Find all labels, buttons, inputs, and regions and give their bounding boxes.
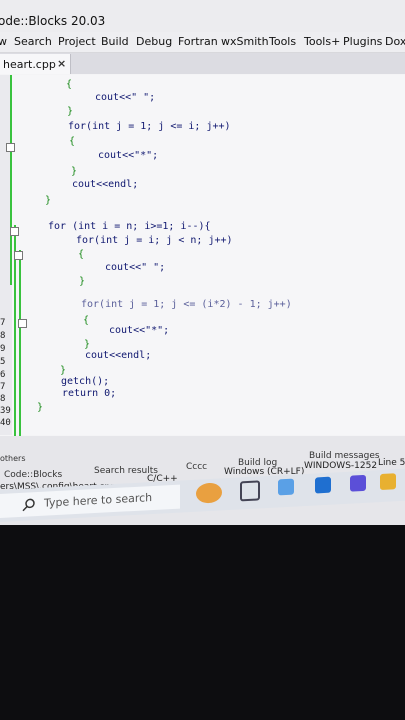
search-icon [22, 498, 35, 512]
code-line: cout<<" "; [105, 262, 166, 273]
status-cursor-position: Line 5 [378, 458, 405, 468]
log-tab-codeblocks[interactable]: Code::Blocks [4, 470, 62, 480]
fold-toggle-icon[interactable] [18, 319, 27, 328]
fold-marker-line [10, 75, 12, 285]
menu-item-plugins[interactable]: Plugins [343, 35, 382, 48]
menu-bar: w Search Project Build Debug Fortran wxS… [0, 32, 405, 53]
tab-label: heart.cpp [3, 58, 56, 71]
menu-item-fortran[interactable]: Fortran [178, 35, 218, 48]
code-line: { [83, 315, 90, 326]
code-line: } [67, 106, 74, 117]
line-number: 5 [0, 357, 6, 367]
tab-heart-cpp[interactable]: heart.cpp × [0, 54, 71, 74]
line-number: 7 [0, 318, 6, 328]
fold-toggle-icon[interactable] [10, 227, 19, 236]
line-number: 39 [0, 406, 11, 416]
menu-item-view[interactable]: w [0, 35, 7, 48]
store-icon[interactable] [315, 476, 331, 494]
task-view-icon[interactable] [240, 480, 260, 502]
code-line: { [78, 249, 85, 260]
app-icon[interactable] [350, 474, 366, 492]
codeblocks-icon[interactable] [380, 473, 396, 491]
code-line: cout<<"*"; [109, 325, 170, 336]
code-line: } [79, 276, 86, 287]
code-line: } [71, 166, 78, 177]
code-line: cout<<endl; [72, 179, 139, 190]
code-line: for (int i = n; i>=1; i--){ [48, 221, 211, 232]
search-placeholder: Type here to search [44, 491, 153, 510]
fold-toggle-icon[interactable] [14, 251, 23, 260]
code-line: } [37, 402, 44, 413]
code-editor[interactable]: 7 8 9 5 6 7 8 39 40 { cout<<" "; } for(i… [0, 75, 405, 470]
code-line: } [60, 365, 67, 376]
code-line: cout<<" "; [95, 92, 156, 103]
taskbar-search-box[interactable]: Type here to search [0, 484, 180, 518]
line-number: 9 [0, 344, 6, 354]
status-encoding: WINDOWS-1252 [304, 461, 378, 471]
code-line: { [66, 79, 73, 90]
fold-marker-line [14, 225, 16, 465]
menu-item-debug[interactable]: Debug [136, 35, 172, 48]
code-line: cout<<"*"; [98, 150, 159, 161]
menu-item-tools[interactable]: Tools [269, 35, 296, 48]
line-number: 7 [0, 382, 6, 392]
line-number: 40 [0, 418, 11, 428]
menu-item-search[interactable]: Search [14, 35, 52, 48]
code-line: getch(); [61, 376, 110, 387]
code-line: } [45, 195, 52, 206]
window-title: ode::Blocks 20.03 [0, 14, 106, 28]
line-number: 8 [0, 331, 6, 341]
close-icon[interactable]: × [57, 57, 66, 70]
browser-icon[interactable] [278, 478, 294, 496]
menu-item-build[interactable]: Build [101, 35, 129, 48]
menu-item-wxsmith[interactable]: wxSmith [221, 35, 269, 48]
code-line: cout<<endl; [85, 350, 152, 361]
code-line: { [69, 136, 76, 147]
line-number: 8 [0, 394, 6, 404]
menu-item-doxy[interactable]: Doxy [385, 35, 405, 48]
code-line: for(int j = 1; j <= (i*2) - 1; j++) [81, 299, 292, 310]
title-bar: ode::Blocks 20.03 [0, 0, 405, 32]
menu-item-project[interactable]: Project [58, 35, 96, 48]
code-line: } [84, 339, 91, 350]
taskbar-widget-icon[interactable] [196, 482, 222, 504]
menu-item-tools-plus[interactable]: Tools+ [304, 35, 340, 48]
log-tab-cccc[interactable]: Cccc [186, 462, 207, 472]
fold-toggle-icon[interactable] [6, 143, 15, 152]
code-line: for(int j = 1; j <= i; j++) [68, 121, 231, 132]
editor-tab-bar: heart.cpp × [0, 53, 405, 74]
screen: ode::Blocks 20.03 w Search Project Build… [0, 0, 405, 525]
logs-panel-label: others [0, 454, 26, 463]
code-line: return 0; [62, 388, 117, 399]
line-number: 6 [0, 370, 6, 380]
log-tab-build-messages[interactable]: Build messages [309, 451, 380, 461]
code-line: for(int j = i; j < n; j++) [76, 235, 233, 246]
